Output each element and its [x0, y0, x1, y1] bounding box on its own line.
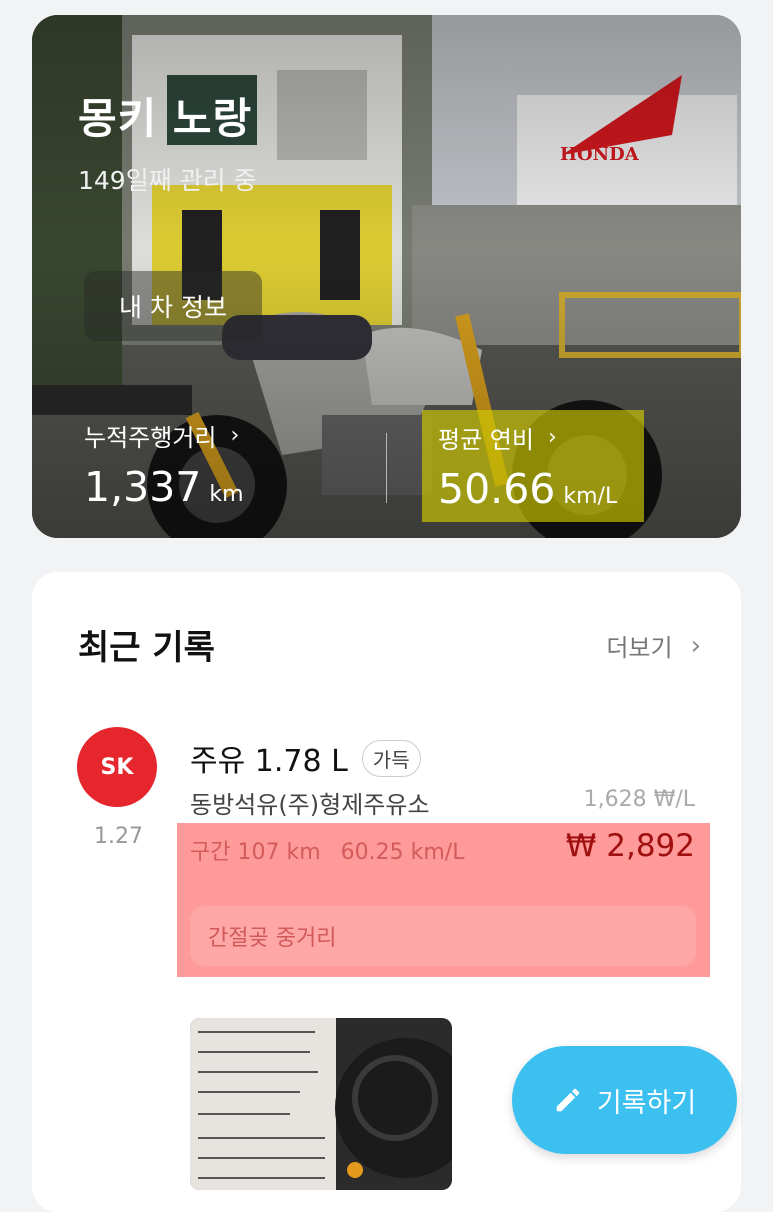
pencil-icon [556, 1088, 580, 1112]
vehicle-info-button[interactable]: 내 차 정보 [84, 271, 262, 341]
add-record-label: 기록하기 [596, 1087, 697, 1119]
stat-divider [386, 433, 387, 503]
receipt-photo[interactable] [190, 1018, 452, 1190]
odometer-label: 누적주행거리 [84, 424, 217, 452]
chevron-right-icon: › [230, 423, 240, 448]
managed-days: 149일째 관리 중 [78, 166, 257, 195]
efficiency-value: 50.66 [438, 465, 556, 513]
vehicle-name: 몽키 노랑 [78, 94, 253, 143]
receipt-image [198, 1031, 452, 1179]
more-link[interactable]: 더보기 › [606, 628, 701, 663]
full-tank-badge: 가득 [361, 739, 421, 777]
record-memo: 간절곶 중거리 [190, 906, 696, 966]
record-date: 1.27 [94, 824, 143, 849]
section-title: 최근 기록 [78, 628, 215, 668]
efficiency-unit: km/L [563, 484, 618, 509]
record-title-row[interactable]: 주유 1.78 L 가득 [190, 736, 421, 780]
efficiency-label: 평균 연비 [438, 426, 534, 454]
vehicle-card[interactable]: HONDA 몽키 노랑 149일째 관리 중 내 차 정보 누적주행거리 › 1… [32, 15, 741, 538]
unit-price: 1,628 ₩/L [583, 787, 695, 812]
odometer-unit: km [209, 482, 244, 507]
add-record-button[interactable]: 기록하기 [512, 1046, 737, 1154]
record-price: ₩ 2,892 [565, 828, 695, 864]
chevron-right-icon: › [547, 425, 557, 450]
sk-station-logo: SK [77, 727, 157, 807]
segment-info: 구간 107 km 60.25 km/L [190, 834, 484, 866]
station-name: 동방석유(주)형제주유소 [190, 791, 430, 819]
vehicle-info-label: 내 차 정보 [119, 293, 227, 322]
more-label: 더보기 [606, 634, 673, 662]
chevron-right-icon: › [690, 630, 701, 661]
odometer-value: 1,337 [84, 463, 202, 511]
record-title: 주유 1.78 L [190, 744, 348, 779]
sk-logo-text: SK [100, 754, 134, 780]
odometer-stat[interactable]: 누적주행거리 › 1,337 km [84, 418, 244, 511]
segment-distance: 구간 107 km [190, 840, 321, 865]
efficiency-stat[interactable]: 평균 연비 › 50.66 km/L [422, 410, 644, 522]
segment-efficiency: 60.25 km/L [340, 840, 465, 865]
